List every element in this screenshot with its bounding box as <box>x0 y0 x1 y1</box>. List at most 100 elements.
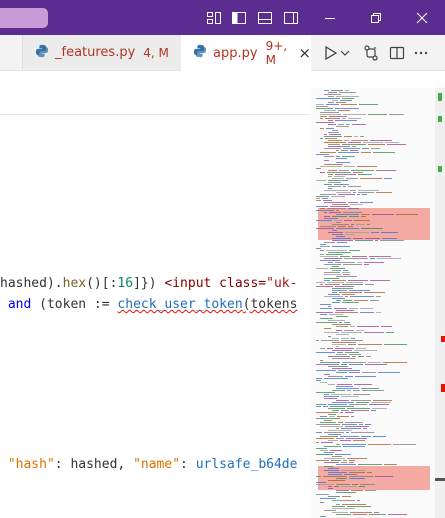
minimap-code-token <box>352 146 356 147</box>
problem-count-badge: 4, M <box>143 45 169 60</box>
minimap-code-token <box>349 460 355 461</box>
tab-features-py[interactable]: _features.py 4, M <box>22 35 182 70</box>
toggle-sidebar-icon[interactable] <box>231 10 247 26</box>
editor-tab-bar: _features.py 4, M app.py 9+, M × <box>0 35 445 71</box>
minimap-code-token <box>336 222 341 223</box>
minimap-code-token <box>320 254 324 255</box>
code-line[interactable]: "hash": hashed, "name": urlsafe_b64de <box>0 455 298 474</box>
minimap-code-token <box>336 438 344 439</box>
minimap-code-token <box>336 400 349 401</box>
chevron-down-icon[interactable] <box>340 44 350 62</box>
minimap-code-token <box>341 396 359 397</box>
minimap-code-token <box>345 422 363 423</box>
minimap-code-token <box>344 474 357 475</box>
minimap-code-token <box>324 280 330 281</box>
minimap-code-token <box>336 326 348 327</box>
minimap-code-token <box>359 424 363 425</box>
minimap-code-token <box>336 330 342 331</box>
minimap-code-token <box>338 370 360 371</box>
code-line[interactable]: and (token := check_user_token(tokens <box>0 295 298 314</box>
minimap-code-token <box>393 444 416 445</box>
minimap-code-token <box>342 144 366 145</box>
minimap-code-token <box>345 412 354 413</box>
minimap-code-token <box>324 328 331 329</box>
minimap-code-token <box>326 250 347 251</box>
split-editor-icon[interactable] <box>388 44 406 62</box>
minimap-code-token <box>364 292 385 293</box>
minimap-code-token <box>347 458 367 459</box>
minimap-code-token <box>316 484 334 485</box>
minimap-code-token <box>320 128 324 129</box>
minimap-code-token <box>373 152 395 153</box>
minimap-code-token <box>332 230 337 231</box>
minimap-code-token <box>376 312 381 313</box>
minimap-code-token <box>320 450 328 451</box>
tab-app-py[interactable]: app.py 9+, M × <box>181 35 311 71</box>
minimap-code-token <box>365 238 380 239</box>
vertical-scrollbar[interactable] <box>435 88 445 518</box>
minimap-code-token <box>337 384 352 385</box>
minimap-code-token <box>336 316 348 317</box>
minimap-code-token <box>332 298 345 299</box>
minimap-code-token <box>336 386 353 387</box>
minimap-code-token <box>348 202 358 203</box>
minimap-code-token <box>342 424 357 425</box>
toggle-secondary-sidebar-icon[interactable] <box>283 10 299 26</box>
minimap-code-token <box>366 356 371 357</box>
minimap-code-token <box>344 166 355 167</box>
toggle-panel-icon[interactable] <box>257 10 273 26</box>
minimap-code-token <box>357 326 379 327</box>
code-line[interactable]: hashed).hex()[:16]}) <input class="uk- <box>0 274 297 293</box>
close-icon[interactable] <box>414 10 430 26</box>
minimap-code-token <box>358 356 364 357</box>
minimap-code-token <box>349 404 367 405</box>
minimap-code-token <box>359 486 365 487</box>
minimap-code-token <box>328 486 332 487</box>
minimap-code-token <box>320 304 331 305</box>
minimap-code-token <box>332 130 338 131</box>
customize-layout-icon[interactable] <box>206 10 222 26</box>
command-center[interactable] <box>0 8 48 28</box>
minimap-code-token <box>328 408 345 409</box>
minimap[interactable] <box>310 88 435 518</box>
restore-icon[interactable] <box>368 10 384 26</box>
minimap-code-token <box>341 462 347 463</box>
close-tab-icon[interactable]: × <box>298 44 311 62</box>
minimap-code-token <box>328 294 340 295</box>
minimap-code-token <box>320 114 341 115</box>
minimap-code-token <box>338 226 346 227</box>
minimap-code-token <box>328 430 352 431</box>
minimap-code-token <box>324 134 327 135</box>
minimap-code-token <box>373 400 392 401</box>
minimap-code-token <box>341 338 349 339</box>
play-icon[interactable] <box>322 44 340 62</box>
minimap-code-token <box>332 368 352 369</box>
minimap-code-token <box>353 238 363 239</box>
git-compare-icon[interactable] <box>362 44 380 62</box>
minimap-code-token <box>328 146 350 147</box>
minimap-code-token <box>343 270 348 271</box>
added-change-marker <box>438 166 442 172</box>
minimap-code-token <box>356 330 364 331</box>
minimap-code-token <box>328 132 339 133</box>
minimap-code-token <box>358 464 382 465</box>
minimap-code-token <box>365 284 374 285</box>
minimap-code-token <box>332 512 348 513</box>
minimap-code-token <box>332 178 344 179</box>
minimap-code-token <box>323 200 332 201</box>
minimize-icon[interactable] <box>322 10 338 26</box>
minimap-code-token <box>345 90 349 91</box>
minimap-code-token <box>340 440 351 441</box>
minimap-code-token <box>353 440 365 441</box>
more-actions-icon[interactable] <box>412 44 430 62</box>
minimap-code-token <box>336 210 339 211</box>
minimap-code-token <box>350 326 355 327</box>
minimap-code-token <box>362 148 369 149</box>
minimap-code-token <box>384 344 407 345</box>
minimap-code-token <box>324 394 329 395</box>
minimap-code-token <box>336 156 340 157</box>
minimap-code-token <box>324 446 341 447</box>
minimap-code-token <box>339 170 349 171</box>
minimap-code-token <box>332 266 339 267</box>
minimap-code-token <box>354 220 370 221</box>
